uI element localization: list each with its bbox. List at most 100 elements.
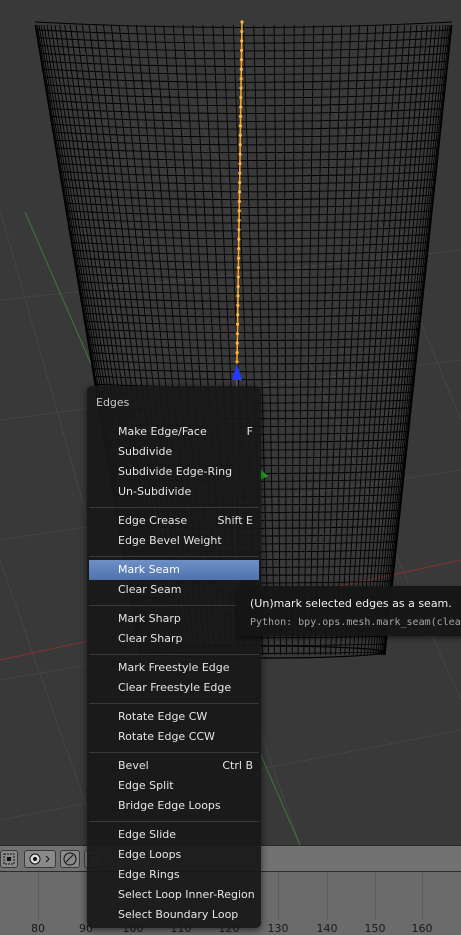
menu-item-label: Edge Bevel Weight [118,534,222,547]
menu-item-clear-freestyle-edge[interactable]: Clear Freestyle Edge [89,678,259,698]
menu-item-select-loop-inner-region[interactable]: Select Loop Inner-Region [89,885,259,905]
menu-item-rotate-edge-ccw[interactable]: Rotate Edge CCW [89,727,259,747]
menu-item-bridge-edge-loops[interactable]: Bridge Edge Loops [89,796,259,816]
menu-item-label: Edge Loops [118,848,182,861]
menu-item-label: Clear Sharp [118,632,183,645]
menu-item-edge-rings[interactable]: Edge Rings [89,865,259,885]
selected-vertex [237,190,242,194]
selected-vertex [239,86,243,90]
mesh-edge [379,24,444,656]
menu-item-bevel[interactable]: Bevel Ctrl B [89,756,259,776]
mesh-edge [383,24,451,656]
selected-vertex [238,152,242,156]
frame-label: 80 [31,922,45,935]
tooltip-python: Python: bpy.ops.mesh.mark_seam(clea [250,617,461,628]
menu-separator [89,556,259,557]
tooltip-description: (Un)mark selected edges as a seam. [250,597,452,610]
selected-vertex [237,199,241,204]
frame-gridline [38,872,39,920]
menu-item-label: Un-Subdivide [118,485,192,498]
menu-item-label: Subdivide [118,445,173,458]
menu-item-subdivide-edge-ring[interactable]: Subdivide Edge-Ring [89,462,259,482]
menu-item-label: Subdivide Edge-Ring [118,465,233,478]
selected-vertex [236,294,240,298]
selected-vertex [235,322,240,326]
selected-vertex [238,133,242,137]
edges-menu: Edges Make Edge/Face F Subdivide Subdivide … [87,386,261,928]
mesh-edge [372,24,433,656]
menu-item-label: Bridge Edge Loops [118,799,221,812]
menu-item-make-edge-face[interactable]: Make Edge/Face F [89,422,259,442]
menu-item-label: Select Loop Inner-Region [118,888,255,901]
selected-vertex [239,77,243,81]
selected-vertex [237,209,241,213]
selected-vertex [239,48,244,52]
proportional-edit-icon[interactable] [60,850,80,868]
selected-vertex [236,275,240,279]
menu-item-mark-sharp[interactable]: Mark Sharp [89,609,259,629]
menu-item-shortcut: Ctrl B [222,759,253,772]
selected-vertex [240,20,244,24]
menu-separator [89,821,259,822]
selected-vertex [239,95,243,100]
menu-item-select-boundary-loop[interactable]: Select Boundary Loop [89,905,259,925]
selected-vertex [238,124,243,128]
menu-separator [89,507,259,508]
menu-item-subdivide[interactable]: Subdivide [89,442,259,462]
selected-vertex [237,237,241,241]
menu-item-label: Clear Freestyle Edge [118,681,232,694]
selected-vertex [238,143,242,147]
selected-vertex [239,67,243,71]
menu-item-clear-sharp[interactable]: Clear Sharp [89,629,259,649]
menu-item-edge-loops[interactable]: Edge Loops [89,845,259,865]
mesh-edge [382,24,449,656]
selected-vertex [237,247,241,251]
frame-label: 140 [316,922,338,935]
menu-item-label: Mark Sharp [118,612,181,625]
frame-label: 160 [411,922,433,935]
menu-item-un-subdivide[interactable]: Un-Subdivide [89,482,259,502]
selected-vertex [239,58,244,62]
menu-item-mark-seam[interactable]: Mark Seam [89,560,259,580]
menu-item-edge-slide[interactable]: Edge Slide [89,825,259,845]
menu-separator [89,654,259,655]
menu-item-label: Edge Rings [118,868,180,881]
menu-item-label: Mark Freestyle Edge [118,661,230,674]
menu-item-label: Bevel [118,759,149,772]
menu-item-shortcut: F [246,425,253,438]
selected-vertex [240,39,244,43]
menu-item-edge-crease[interactable]: Edge Crease Shift E [89,511,259,531]
frame-gridline [278,872,279,920]
menu-item-mark-freestyle-edge[interactable]: Mark Freestyle Edge [89,658,259,678]
selected-vertex [236,265,240,270]
tooltip: (Un)mark selected edges as a seam. Pytho… [237,586,461,636]
selected-vertex [238,162,242,166]
menu-title: Edges [96,396,130,409]
menu-separator [89,752,259,753]
pivot-point-icon[interactable] [24,850,56,868]
selected-vertex [239,114,243,119]
selected-vertex [239,105,243,109]
menu-item-clear-seam[interactable]: Clear Seam [89,580,259,600]
menu-item-rotate-edge-cw[interactable]: Rotate Edge CW [89,707,259,727]
menu-item-label: Clear Seam [118,583,182,596]
frame-label: 130 [267,922,289,935]
menu-item-label: Rotate Edge CCW [118,730,215,743]
selected-vertex [236,284,240,289]
menu-item-edge-bevel-weight[interactable]: Edge Bevel Weight [89,531,259,551]
selected-vertex [235,341,239,345]
mesh-edge [383,24,452,656]
selected-vertex [237,228,241,232]
menu-item-label: Edge Split [118,779,174,792]
selected-vertex [236,303,240,307]
menu-item-edge-split[interactable]: Edge Split [89,776,259,796]
menu-item-label: Rotate Edge CW [118,710,208,723]
menu-item-label: Make Edge/Face [118,425,207,438]
selected-vertex [235,350,239,355]
menu-item-label: Edge Crease [118,514,188,527]
menu-item-label: Edge Slide [118,828,177,841]
selected-vertex [237,218,241,222]
menu-item-label: Mark Seam [118,563,180,576]
menu-item-label: Select Boundary Loop [118,908,239,921]
border-select-icon[interactable] [0,850,18,868]
